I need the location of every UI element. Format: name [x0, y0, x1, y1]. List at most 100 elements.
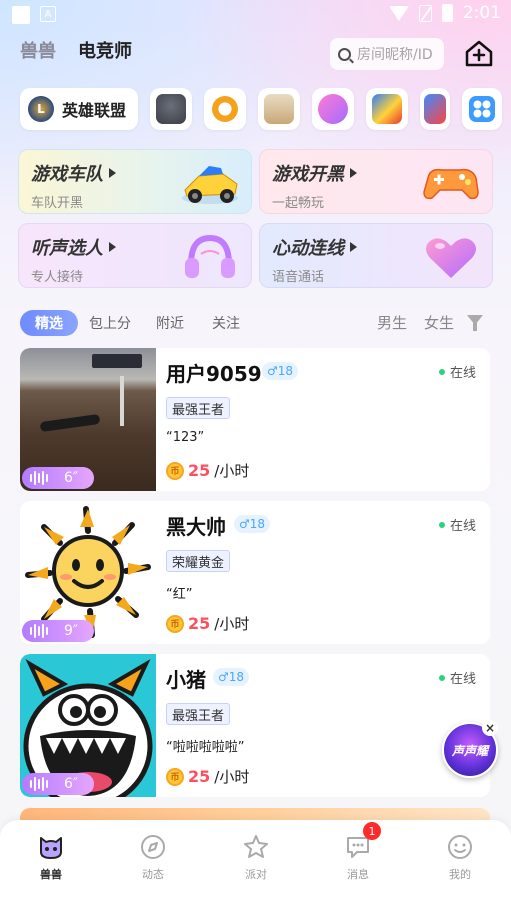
headphones-icon: [185, 234, 235, 278]
filter-male[interactable]: 男生: [377, 312, 407, 333]
card-title: 心动连线: [272, 238, 344, 259]
smiley-face-icon: [448, 835, 472, 859]
user-name: 用户9059: [166, 362, 262, 386]
online-dot-icon: [438, 674, 445, 681]
online-label: 在线: [449, 672, 476, 687]
nav-item-feed[interactable]: 动态: [123, 834, 183, 882]
play-triangle-icon: [350, 168, 357, 178]
user-quote: “红”: [166, 587, 193, 602]
user-photo: 9″: [20, 501, 156, 644]
status-bar: A 2:01: [0, 0, 511, 28]
price-value: 25: [188, 461, 211, 480]
nav-label: 动态: [142, 868, 164, 881]
user-photo: 6″: [20, 348, 156, 491]
user-card[interactable]: 6″ 用户9059 ♂18 在线 最强王者 “123” 币 25 /小时: [20, 348, 490, 491]
soundwave-icon: [30, 777, 48, 791]
nav-label: 消息: [347, 868, 369, 881]
card-game-party[interactable]: 游戏开黑 一起畅玩: [259, 149, 493, 214]
card-voice-pick[interactable]: 听声选人 专人接待: [18, 223, 252, 288]
gender-age-tag: ♂18: [262, 362, 299, 380]
filter-tab-boost[interactable]: 包上分: [84, 310, 136, 336]
game-more[interactable]: [462, 88, 503, 130]
gamepad-icon: [423, 168, 479, 200]
play-triangle-icon: [109, 168, 116, 178]
soundwave-icon: [30, 624, 48, 638]
nav-item-messages[interactable]: 1 消息: [328, 822, 388, 882]
price-value: 25: [188, 614, 211, 633]
nav-item-profile[interactable]: 我的: [430, 834, 490, 882]
voice-intro-badge[interactable]: 6″: [22, 773, 94, 795]
online-dot-icon: [438, 521, 445, 528]
kart-car-icon: [182, 166, 238, 204]
tab-shoushou[interactable]: 兽兽: [20, 37, 56, 63]
bottom-nav: 兽兽 动态 派对 1 消息 我的: [0, 820, 511, 908]
beast-face-icon: [40, 837, 62, 859]
filter-tab-featured[interactable]: 精选: [20, 310, 78, 336]
coin-icon: 币: [166, 767, 184, 786]
game-runner[interactable]: [420, 88, 451, 130]
filter-female[interactable]: 女生: [424, 312, 454, 333]
nav-label: 派对: [245, 868, 267, 881]
price-unit: /小时: [214, 462, 250, 480]
play-triangle-icon: [109, 242, 116, 252]
lol-logo-icon: L: [28, 96, 54, 122]
gender-age-tag: ♂18: [213, 668, 250, 686]
rank-tag: 最强王者: [166, 703, 231, 725]
voice-duration: 9″: [64, 623, 79, 639]
online-label: 在线: [449, 366, 476, 381]
game-overwatch[interactable]: [204, 88, 247, 130]
price: 币 25 /小时: [166, 766, 249, 787]
price-unit: /小时: [214, 768, 250, 786]
more-apps-icon: [469, 96, 496, 122]
floating-badge-text: 声声耀: [451, 744, 488, 758]
game-kart[interactable]: [366, 88, 409, 130]
filter-tab-follow[interactable]: 关注: [206, 310, 246, 336]
nav-label: 我的: [449, 868, 471, 881]
card-title: 听声选人: [31, 238, 103, 259]
search-input[interactable]: 房间昵称/ID: [330, 38, 444, 70]
online-status: 在线: [438, 362, 476, 381]
price: 币 25 /小时: [166, 460, 249, 481]
game-pubg[interactable]: [150, 88, 193, 130]
wifi-icon: [388, 5, 409, 21]
card-game-team[interactable]: 游戏车队 车队开黑: [18, 149, 252, 214]
message-count-badge: 1: [363, 822, 381, 840]
compass-icon: [141, 835, 165, 859]
card-title: 游戏车队: [31, 164, 103, 185]
user-quote: “啦啦啦啦啦”: [166, 740, 245, 755]
user-card[interactable]: 9″ 黑大帅 ♂18 在线 荣耀黄金 “红” 币 25 /小时: [20, 501, 490, 644]
close-icon[interactable]: ×: [482, 720, 498, 736]
nav-item-shoushou[interactable]: 兽兽: [21, 834, 81, 882]
floating-event-badge[interactable]: 声声耀 ×: [442, 720, 498, 778]
online-status: 在线: [438, 515, 476, 534]
voice-duration: 6″: [64, 470, 79, 486]
voice-intro-badge[interactable]: 9″: [22, 620, 94, 642]
create-room-home-icon[interactable]: [464, 38, 494, 68]
voice-duration: 6″: [64, 776, 79, 792]
nav-item-party[interactable]: 派对: [226, 834, 286, 882]
filter-tab-nearby[interactable]: 附近: [148, 310, 192, 336]
soundwave-icon: [30, 471, 48, 485]
notification-square-icon: [12, 6, 30, 24]
game-pill-lol[interactable]: L 英雄联盟: [20, 88, 139, 130]
user-card[interactable]: 6″ 小猪 ♂18 在线 最强王者 “啦啦啦啦啦” 币 25 /小时: [20, 654, 490, 797]
runner-game-icon: [424, 94, 447, 124]
card-heart-call[interactable]: 心动连线 语音通话: [259, 223, 493, 288]
search-placeholder: 房间昵称/ID: [357, 47, 433, 63]
game-event[interactable]: [258, 88, 301, 130]
price: 币 25 /小时: [166, 613, 249, 634]
user-quote: “123”: [166, 430, 205, 445]
online-label: 在线: [449, 519, 476, 534]
voice-intro-badge[interactable]: 6″: [22, 467, 94, 489]
overwatch-icon: [210, 94, 241, 124]
event-banner-icon: [264, 94, 295, 124]
online-dot-icon: [438, 368, 445, 375]
app-notification-icon: A: [40, 6, 56, 22]
filter-funnel-icon[interactable]: [467, 315, 483, 331]
rank-tag: 荣耀黄金: [166, 550, 231, 572]
no-sim-icon: [418, 4, 432, 22]
pubg-helmet-icon: [156, 94, 187, 124]
game-music[interactable]: [312, 88, 355, 130]
party-star-icon: [244, 835, 268, 858]
tab-esports[interactable]: 电竞师: [78, 37, 132, 63]
